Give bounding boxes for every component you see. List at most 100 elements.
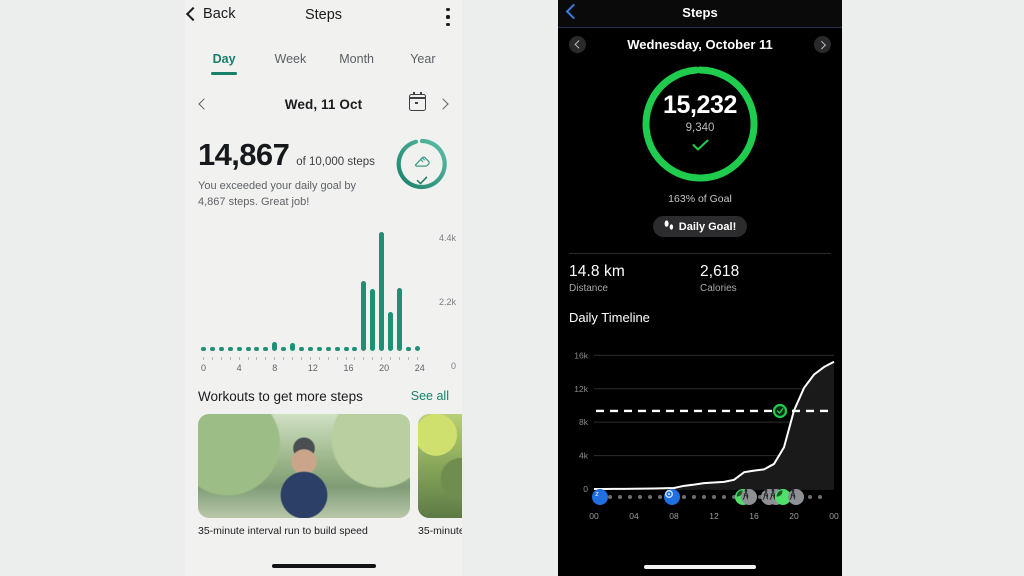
x-tick: [379, 356, 384, 361]
steps-message: You exceeded your daily goal by 4,867 st…: [198, 180, 356, 208]
x-tick-label: 0: [201, 362, 207, 373]
y-tick-label: 4k: [579, 451, 589, 461]
x-tick: [281, 356, 286, 361]
y-axis-label-mid: 2.2k: [438, 296, 456, 307]
x-tick: [308, 356, 313, 361]
y-tick-label: 8k: [579, 417, 589, 427]
activity-dot: [618, 495, 622, 499]
x-tick-label: [406, 363, 411, 377]
stat-calories: 2,618 Calories: [700, 263, 831, 294]
activity-dot: [712, 495, 716, 499]
calendar-icon[interactable]: [409, 91, 426, 111]
x-tick-label: 16: [343, 362, 354, 373]
tab-year[interactable]: Year: [390, 52, 456, 75]
y-tick-label: 12k: [574, 384, 588, 394]
workout-card[interactable]: 35-minute interval run to build speed: [198, 413, 410, 539]
see-all-link[interactable]: See all: [411, 389, 449, 403]
bar: [254, 346, 260, 351]
x-tick-label: [281, 363, 286, 377]
bar: [405, 346, 411, 351]
x-tick-label: [228, 363, 233, 377]
bar: [325, 346, 331, 351]
x-tick-label: 16: [749, 511, 759, 521]
workout-card-list: 35-minute interval run to build speed 35…: [185, 404, 462, 539]
bar-series: [201, 229, 420, 351]
x-tick-label: [219, 363, 224, 377]
bar: [370, 288, 376, 351]
x-tick: [210, 356, 215, 361]
y-axis-label-max: 4.4k: [438, 232, 456, 243]
summary-stats: 14.8 km Distance 2,618 Calories: [569, 253, 831, 294]
goal-marker[interactable]: [772, 403, 788, 419]
workout-card[interactable]: 35-minute: [418, 413, 462, 539]
bar: [343, 346, 349, 351]
walking-icon[interactable]: [788, 489, 804, 505]
tab-month[interactable]: Month: [324, 52, 390, 75]
check-icon: [416, 176, 428, 185]
daily-timeline-chart: 0 4k 8k 12k 16k 00 04 08 12 16 20 00 z: [558, 333, 842, 523]
bar: [272, 341, 278, 351]
activity-dot: [682, 495, 686, 499]
x-tick: [335, 356, 340, 361]
stat-distance: 14.8 km Distance: [569, 263, 700, 294]
workouts-header: Workouts to get more steps See all: [185, 377, 462, 404]
x-tick-label: 12: [709, 511, 719, 521]
activity-dot: [628, 495, 632, 499]
x-tick-label: 20: [789, 511, 799, 521]
home-indicator[interactable]: [644, 565, 756, 569]
x-tick: [201, 356, 206, 361]
x-tick-label: [397, 363, 402, 377]
svg-text:z: z: [595, 491, 599, 498]
steps-goal-label: of 10,000 steps: [296, 156, 375, 168]
right-phone-screen: Steps Wednesday, October 11 15,232 9,340…: [558, 0, 842, 576]
hourly-steps-bar-chart: 4.4k 2.2k 0 0 4 8 12 16 20 24: [185, 227, 462, 377]
left-top-bar: Back Steps: [185, 0, 462, 36]
tab-week[interactable]: Week: [257, 52, 323, 75]
x-tick: [290, 356, 295, 361]
x-tick: [361, 356, 366, 361]
check-icon: [558, 138, 842, 156]
walking-icon[interactable]: [741, 489, 757, 505]
calories-value: 2,618: [700, 263, 740, 280]
x-tick-label: [352, 363, 357, 377]
date-navigator: Wednesday, October 11: [558, 28, 842, 61]
x-tick-label: [335, 363, 340, 377]
tab-day[interactable]: Day: [191, 52, 257, 75]
activity-dot: [722, 495, 726, 499]
activity-dot: [702, 495, 706, 499]
x-tick: [415, 356, 420, 361]
x-tick: [299, 356, 304, 361]
period-tabs: Day Week Month Year: [185, 52, 462, 75]
steps-summary: 14,867 of 10,000 steps You exceeded your…: [185, 121, 462, 211]
activity-dot: [608, 495, 612, 499]
x-tick-label: [263, 363, 268, 377]
x-tick-label: [299, 363, 304, 377]
x-tick-label: 04: [629, 511, 639, 521]
x-tick-label: 20: [379, 362, 390, 373]
x-tick: [370, 356, 375, 361]
distance-label: Distance: [569, 283, 608, 294]
bar: [361, 281, 367, 351]
sleep-icon[interactable]: z: [592, 489, 608, 505]
x-tick-label: 4: [236, 362, 242, 373]
activity-dot: [638, 495, 642, 499]
y-axis-label-zero: 0: [450, 360, 456, 371]
daily-goal-badge[interactable]: Daily Goal!: [653, 216, 747, 237]
x-tick-label: [388, 363, 393, 377]
bar: [379, 232, 385, 351]
goal-gauge: [395, 137, 449, 191]
right-top-bar: Steps: [558, 0, 842, 28]
home-indicator[interactable]: [271, 564, 376, 568]
x-tick-label: 00: [829, 511, 839, 521]
kebab-menu-icon[interactable]: [446, 8, 450, 26]
bar: [396, 287, 402, 351]
x-tick: [352, 356, 357, 361]
bar: [352, 346, 358, 351]
page-title: Steps: [682, 5, 718, 20]
workout-thumbnail: [198, 413, 410, 518]
bar: [316, 346, 322, 351]
daily-goal-label: Daily Goal!: [678, 220, 737, 233]
x-tick-label: [246, 363, 251, 377]
bar: [298, 346, 304, 351]
workout-ring-icon[interactable]: [664, 489, 680, 505]
